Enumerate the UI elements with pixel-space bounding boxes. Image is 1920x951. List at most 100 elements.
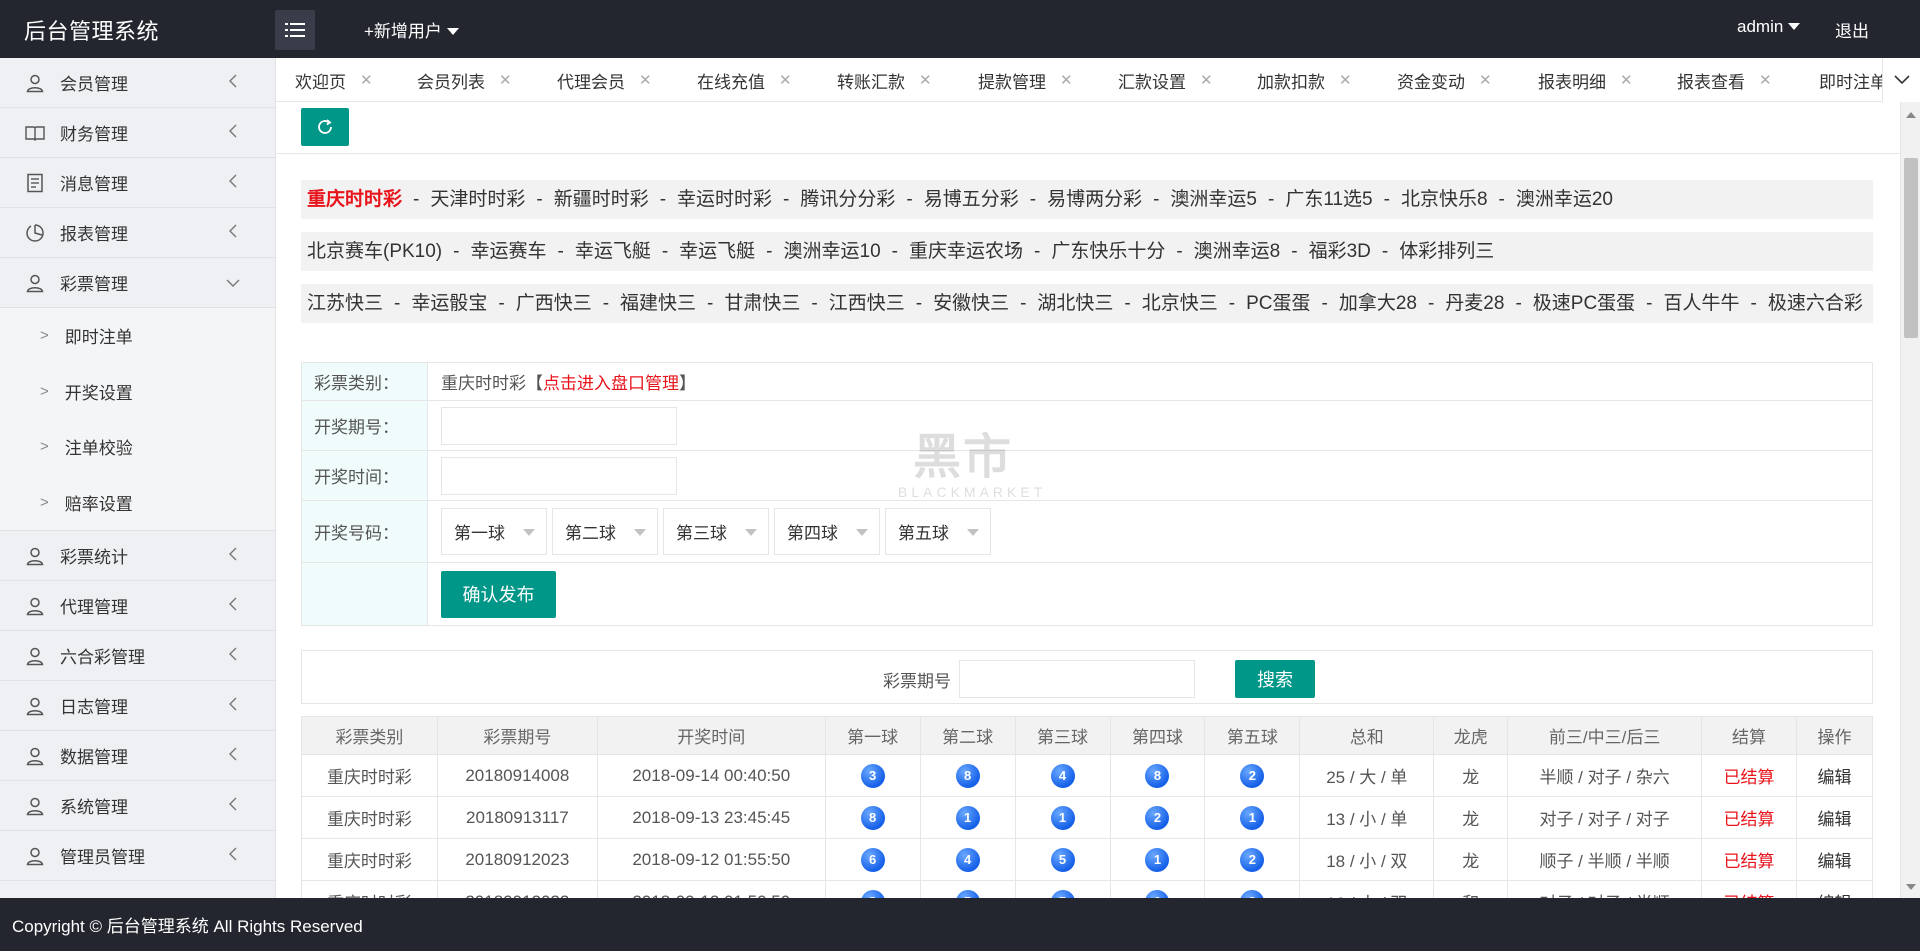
lottery-link[interactable]: 重庆幸运农场 [909,241,1023,262]
search-button[interactable]: 搜索 [1235,660,1315,698]
tab-9[interactable]: 报表明细 ✕ [1538,58,1633,101]
lottery-link[interactable]: 福建快三 [620,293,696,314]
sidebar-item-2[interactable]: 消息管理 [0,158,275,208]
lottery-link[interactable]: 北京赛车(PK10) [307,241,442,262]
sidebar-subitem-2[interactable]: > 注单校验 [0,419,275,475]
lottery-link[interactable]: 广东11选5 [1285,189,1372,210]
cell-status: 已结算 [1701,880,1797,898]
sidebar-item-8[interactable]: 日志管理 [0,681,275,731]
sidebar-item-7[interactable]: 六合彩管理 [0,631,275,681]
lottery-link[interactable]: 湖北快三 [1037,293,1113,314]
lottery-link[interactable]: 广东快乐十分 [1051,241,1165,262]
close-icon[interactable]: ✕ [779,71,792,89]
lottery-link[interactable]: 极速PC蛋蛋 [1533,293,1635,314]
lottery-link[interactable]: 江苏快三 [307,293,383,314]
time-input[interactable] [441,456,677,495]
edit-link[interactable]: 编辑 [1817,768,1851,787]
edit-link[interactable]: 编辑 [1817,810,1851,829]
tab-3[interactable]: 在线充值 ✕ [697,58,792,101]
close-icon[interactable]: ✕ [1200,71,1213,89]
sidebar-item-6[interactable]: 代理管理 [0,581,275,631]
tab-6[interactable]: 汇款设置 ✕ [1118,58,1213,101]
publish-button[interactable]: 确认发布 [441,570,556,618]
scroll-thumb[interactable] [1904,158,1918,338]
ball-select-4[interactable]: 第四球 [774,508,880,555]
lottery-link[interactable]: 澳洲幸运8 [1194,241,1281,262]
tab-4[interactable]: 转账汇款 ✕ [837,58,932,101]
lottery-link[interactable]: 幸运骰宝 [411,293,487,314]
sidebar-subitem-1[interactable]: > 开奖设置 [0,363,275,419]
lottery-link[interactable]: 幸运飞艇 [679,241,755,262]
lottery-link[interactable]: 百人牛牛 [1664,293,1740,314]
lottery-link[interactable]: 澳洲幸运10 [784,241,881,262]
lottery-link[interactable]: 极速六合彩 [1768,293,1863,314]
edit-link[interactable]: 编辑 [1817,852,1851,871]
close-icon[interactable]: ✕ [919,71,932,89]
lottery-link[interactable]: 澳洲幸运20 [1516,189,1613,210]
lottery-link[interactable]: 安徽快三 [933,293,1009,314]
tab-0[interactable]: 欢迎页 ✕ [295,58,373,101]
sidebar-subitem-0[interactable]: > 即时注单 [0,308,275,364]
menu-toggle-button[interactable] [275,10,315,50]
lottery-link[interactable]: 幸运赛车 [470,241,546,262]
close-icon[interactable]: ✕ [499,71,512,89]
lottery-link[interactable]: 北京快乐8 [1401,189,1488,210]
tab-more-button[interactable] [1882,58,1920,102]
lottery-link[interactable]: 甘肃快三 [724,293,800,314]
lottery-link[interactable]: 广西快三 [516,293,592,314]
lottery-link[interactable]: 丹麦28 [1445,293,1504,314]
lottery-link[interactable]: 易博五分彩 [924,189,1019,210]
tab-7[interactable]: 加款扣款 ✕ [1257,58,1352,101]
lottery-link[interactable]: 体彩排列三 [1399,241,1494,262]
close-icon[interactable]: ✕ [1620,71,1633,89]
ball-select-1[interactable]: 第一球 [441,508,547,555]
close-icon[interactable]: ✕ [1060,71,1073,89]
close-icon[interactable]: ✕ [1479,71,1492,89]
sidebar-item-10[interactable]: 系统管理 [0,781,275,831]
lottery-link[interactable]: 福彩3D [1309,241,1371,262]
ball-select-5[interactable]: 第五球 [885,508,991,555]
lottery-link[interactable]: 重庆时时彩 [307,189,402,210]
scroll-up-icon[interactable] [1906,112,1916,118]
tab-11[interactable]: 即时注单 [1819,58,1887,101]
lottery-link[interactable]: 新疆时时彩 [554,189,649,210]
enter-handicap-link[interactable]: 点击进入盘口管理 [543,369,679,394]
sidebar-item-5[interactable]: 彩票统计 [0,531,275,581]
search-input[interactable] [959,660,1195,698]
ball-select-2[interactable]: 第二球 [552,508,658,555]
lottery-link[interactable]: 加拿大28 [1339,293,1417,314]
tab-5[interactable]: 提款管理 ✕ [978,58,1073,101]
sidebar-item-3[interactable]: 报表管理 [0,208,275,258]
sidebar-item-9[interactable]: 数据管理 [0,731,275,781]
ball-select-3[interactable]: 第三球 [663,508,769,555]
close-icon[interactable]: ✕ [1339,71,1352,89]
lottery-link[interactable]: 江西快三 [829,293,905,314]
sidebar-item-4[interactable]: 彩票管理 [0,258,275,308]
lottery-link[interactable]: 易博两分彩 [1047,189,1142,210]
scroll-down-icon[interactable] [1906,884,1916,890]
close-icon[interactable]: ✕ [360,71,373,89]
close-icon[interactable]: ✕ [1759,71,1772,89]
close-icon[interactable]: ✕ [639,71,652,89]
tab-8[interactable]: 资金变动 ✕ [1397,58,1492,101]
sidebar-subitem-3[interactable]: > 赔率设置 [0,474,275,530]
lottery-link[interactable]: 腾讯分分彩 [800,189,895,210]
tab-10[interactable]: 报表查看 ✕ [1677,58,1772,101]
vertical-scrollbar[interactable] [1900,102,1920,898]
sidebar-item-11[interactable]: 管理员管理 [0,831,275,881]
lottery-link[interactable]: 幸运飞艇 [575,241,651,262]
lottery-link[interactable]: PC蛋蛋 [1246,293,1310,314]
admin-menu[interactable]: admin [1737,17,1801,37]
sidebar-item-1[interactable]: 财务管理 [0,108,275,158]
refresh-button[interactable] [301,108,349,146]
lottery-link[interactable]: 澳洲幸运5 [1170,189,1257,210]
logout-link[interactable]: 退出 [1835,17,1869,42]
period-input[interactable] [441,406,677,445]
tab-2[interactable]: 代理会员 ✕ [557,58,652,101]
lottery-link[interactable]: 北京快三 [1142,293,1218,314]
add-user-menu[interactable]: +新增用户 [364,17,459,42]
lottery-link[interactable]: 幸运时时彩 [677,189,772,210]
tab-1[interactable]: 会员列表 ✕ [417,58,512,101]
lottery-link[interactable]: 天津时时彩 [430,189,525,210]
sidebar-item-0[interactable]: 会员管理 [0,58,275,108]
